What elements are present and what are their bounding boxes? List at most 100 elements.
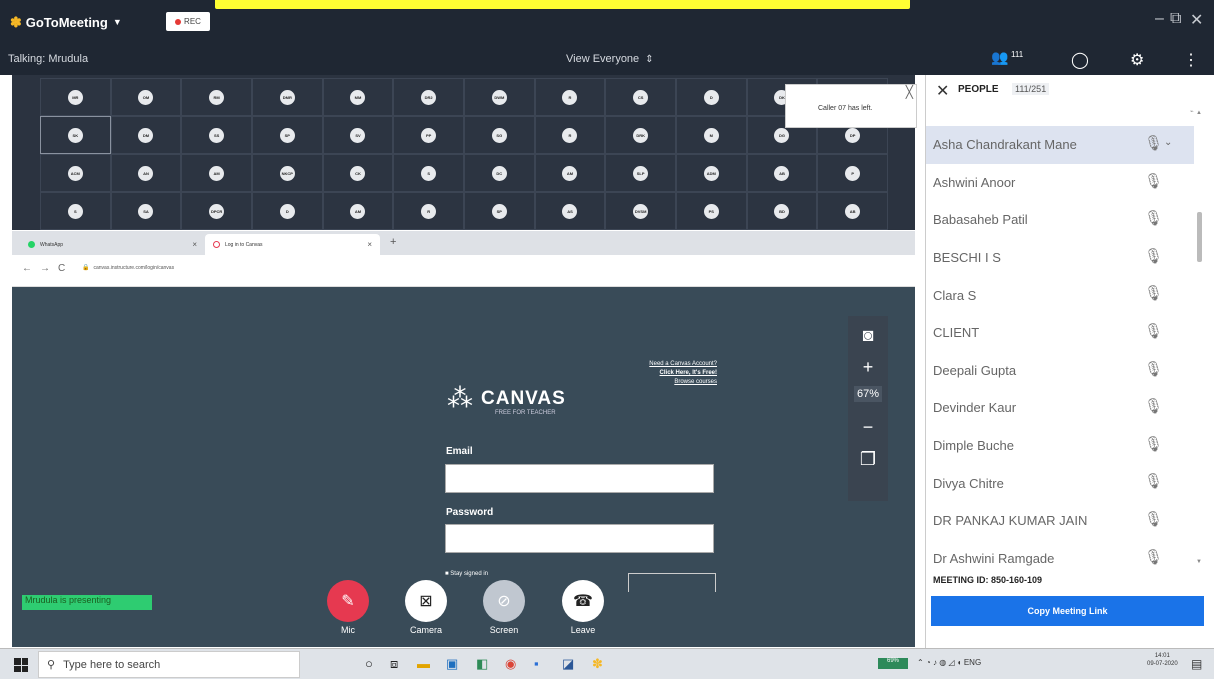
participant-row[interactable]: CLIENT 🎙 bbox=[926, 314, 1194, 352]
copy-meeting-link-button[interactable]: Copy Meeting Link bbox=[931, 596, 1204, 626]
app-icon[interactable]: ◧ bbox=[476, 656, 488, 672]
mic-muted-icon[interactable]: 🎙 bbox=[1144, 134, 1163, 152]
video-tile[interactable]: DPCR bbox=[181, 192, 252, 230]
video-tile[interactable]: DR2 bbox=[393, 78, 464, 116]
video-tile[interactable]: SK bbox=[40, 116, 111, 154]
app2-icon[interactable]: ▪ bbox=[534, 656, 539, 671]
participant-row[interactable]: BESCHI I S 🎙 bbox=[926, 239, 1194, 277]
cortana-icon[interactable]: ○ bbox=[365, 656, 373, 671]
participant-row[interactable]: Devinder Kaur 🎙 bbox=[926, 389, 1194, 427]
video-tile[interactable]: PS bbox=[675, 192, 747, 230]
video-tile[interactable]: CS bbox=[605, 78, 676, 116]
restore-icon[interactable]: ⧉ bbox=[1170, 10, 1181, 28]
mic-muted-icon[interactable]: 🎙 bbox=[1144, 510, 1163, 528]
people-scrollbar[interactable]: ▲ ▼ bbox=[1195, 110, 1204, 566]
participant-row[interactable]: Dr Ashwini Ramgade 🎙 bbox=[926, 540, 1194, 578]
taskbar-clock[interactable]: 14:01 09-07-2020 bbox=[1147, 653, 1178, 669]
more-icon[interactable]: ⋮ bbox=[1183, 50, 1199, 70]
taskbar-search[interactable]: ⚲ Type here to search bbox=[38, 651, 300, 678]
mic-muted-icon[interactable]: 🎙 bbox=[1144, 472, 1163, 490]
video-tile[interactable]: BD bbox=[746, 192, 818, 230]
camera-button[interactable]: ⊠ Camera bbox=[404, 580, 448, 635]
video-tile[interactable]: RM bbox=[181, 78, 252, 116]
screen-button[interactable]: ⊘ Screen bbox=[482, 580, 526, 635]
email-field[interactable] bbox=[445, 464, 714, 493]
video-tile[interactable]: SP bbox=[251, 116, 323, 154]
chrome-icon[interactable]: ◉ bbox=[505, 656, 516, 672]
video-tile[interactable]: SLP bbox=[605, 154, 676, 192]
video-tile[interactable]: AM bbox=[181, 154, 252, 192]
video-tile[interactable]: DMR bbox=[251, 78, 323, 116]
mic-muted-icon[interactable]: 🎙 bbox=[1144, 172, 1163, 190]
zoom-out-icon[interactable]: − bbox=[855, 414, 881, 440]
pop-out-icon[interactable]: ❐ bbox=[855, 446, 881, 472]
new-tab-icon[interactable]: + bbox=[390, 236, 396, 248]
video-tile[interactable]: D bbox=[675, 78, 747, 116]
mic-muted-icon[interactable]: 🎙 bbox=[1144, 209, 1163, 227]
mic-button[interactable]: ✎ Mic bbox=[326, 580, 370, 635]
video-tile[interactable]: DVSM bbox=[605, 192, 676, 230]
video-tile[interactable]: AM bbox=[534, 154, 606, 192]
video-tile[interactable]: OM bbox=[110, 78, 182, 116]
video-tile[interactable]: SG bbox=[463, 116, 535, 154]
screenshot-icon[interactable]: ◙ bbox=[855, 322, 881, 348]
participant-row[interactable]: DR PANKAJ KUMAR JAIN 🎙 bbox=[926, 502, 1194, 540]
video-tile[interactable]: DRK bbox=[605, 116, 676, 154]
mic-muted-icon[interactable]: 🎙 bbox=[1144, 322, 1163, 340]
video-tile[interactable]: DM bbox=[110, 116, 182, 154]
video-tile[interactable]: AM bbox=[322, 192, 394, 230]
video-tile[interactable]: SP bbox=[463, 192, 535, 230]
participant-row[interactable]: Dimple Buche 🎙 bbox=[926, 427, 1194, 465]
video-tile[interactable]: ADM bbox=[675, 154, 747, 192]
video-tile[interactable]: DWM bbox=[463, 78, 535, 116]
chat-icon[interactable]: ◯ bbox=[1071, 50, 1089, 70]
video-tile[interactable]: P bbox=[817, 154, 888, 192]
back-icon[interactable]: ← bbox=[22, 263, 32, 274]
outlook-icon[interactable]: ◪ bbox=[562, 656, 574, 672]
gear-icon[interactable]: ⚙ bbox=[1130, 50, 1144, 70]
video-tile[interactable]: CK bbox=[322, 154, 394, 192]
participant-row[interactable]: Asha Chandrakant Mane 🎙 ⌄ bbox=[926, 126, 1194, 164]
video-tile[interactable]: AS bbox=[534, 192, 606, 230]
task-view-icon[interactable]: ⧈ bbox=[390, 656, 398, 672]
tab-canvas[interactable]: Log in to Canvas × bbox=[205, 234, 380, 255]
scroll-down-icon[interactable]: ▼ bbox=[1196, 559, 1202, 565]
video-tile[interactable]: AN bbox=[110, 154, 182, 192]
minimize-icon[interactable]: – bbox=[1155, 10, 1164, 28]
mic-muted-icon[interactable]: 🎙 bbox=[1144, 548, 1163, 566]
video-tile[interactable]: S bbox=[40, 192, 111, 230]
close-window-icon[interactable]: ✕ bbox=[1190, 10, 1203, 30]
need-account-link[interactable]: Need a Canvas Account? bbox=[612, 361, 717, 367]
video-tile[interactable]: AB bbox=[746, 154, 818, 192]
leave-button[interactable]: ☎ Leave bbox=[561, 580, 605, 635]
scroll-up-icon[interactable]: ▲ bbox=[1196, 110, 1202, 116]
windows-start-icon[interactable] bbox=[14, 658, 28, 672]
video-tile[interactable]: R bbox=[393, 192, 464, 230]
zoom-in-icon[interactable]: + bbox=[855, 354, 881, 380]
video-tile[interactable]: PP bbox=[393, 116, 464, 154]
participant-row[interactable]: Clara S 🎙 bbox=[926, 276, 1194, 314]
participant-row[interactable]: Divya Chitre 🎙 bbox=[926, 464, 1194, 502]
scroll-thumb[interactable] bbox=[1197, 212, 1202, 262]
mic-muted-icon[interactable]: 🎙 bbox=[1144, 284, 1163, 302]
video-tile[interactable]: MM bbox=[322, 78, 394, 116]
file-explorer-icon[interactable]: ▬ bbox=[417, 656, 430, 671]
rec-badge[interactable]: REC bbox=[166, 12, 210, 31]
close-panel-icon[interactable]: ✕ bbox=[936, 81, 949, 101]
video-tile[interactable]: NKCP bbox=[251, 154, 323, 192]
video-tile[interactable]: R bbox=[534, 116, 606, 154]
app-menu[interactable]: ✽ GoToMeeting ▼ bbox=[10, 13, 122, 31]
video-tile[interactable]: SV bbox=[322, 116, 394, 154]
reload-icon[interactable]: C bbox=[58, 263, 65, 274]
forward-icon[interactable]: → bbox=[40, 263, 50, 274]
video-tile[interactable]: ACM bbox=[40, 154, 111, 192]
close-tab-icon[interactable]: × bbox=[182, 240, 197, 249]
video-tile[interactable]: MR bbox=[40, 78, 111, 116]
video-tile[interactable]: R bbox=[534, 78, 606, 116]
video-tile[interactable]: SS bbox=[181, 116, 252, 154]
video-tile[interactable]: SA bbox=[110, 192, 182, 230]
close-tab-icon[interactable]: × bbox=[357, 240, 372, 249]
mic-muted-icon[interactable]: 🎙 bbox=[1144, 435, 1163, 453]
video-tile[interactable]: M bbox=[675, 116, 747, 154]
video-tile[interactable]: AB bbox=[817, 192, 888, 230]
